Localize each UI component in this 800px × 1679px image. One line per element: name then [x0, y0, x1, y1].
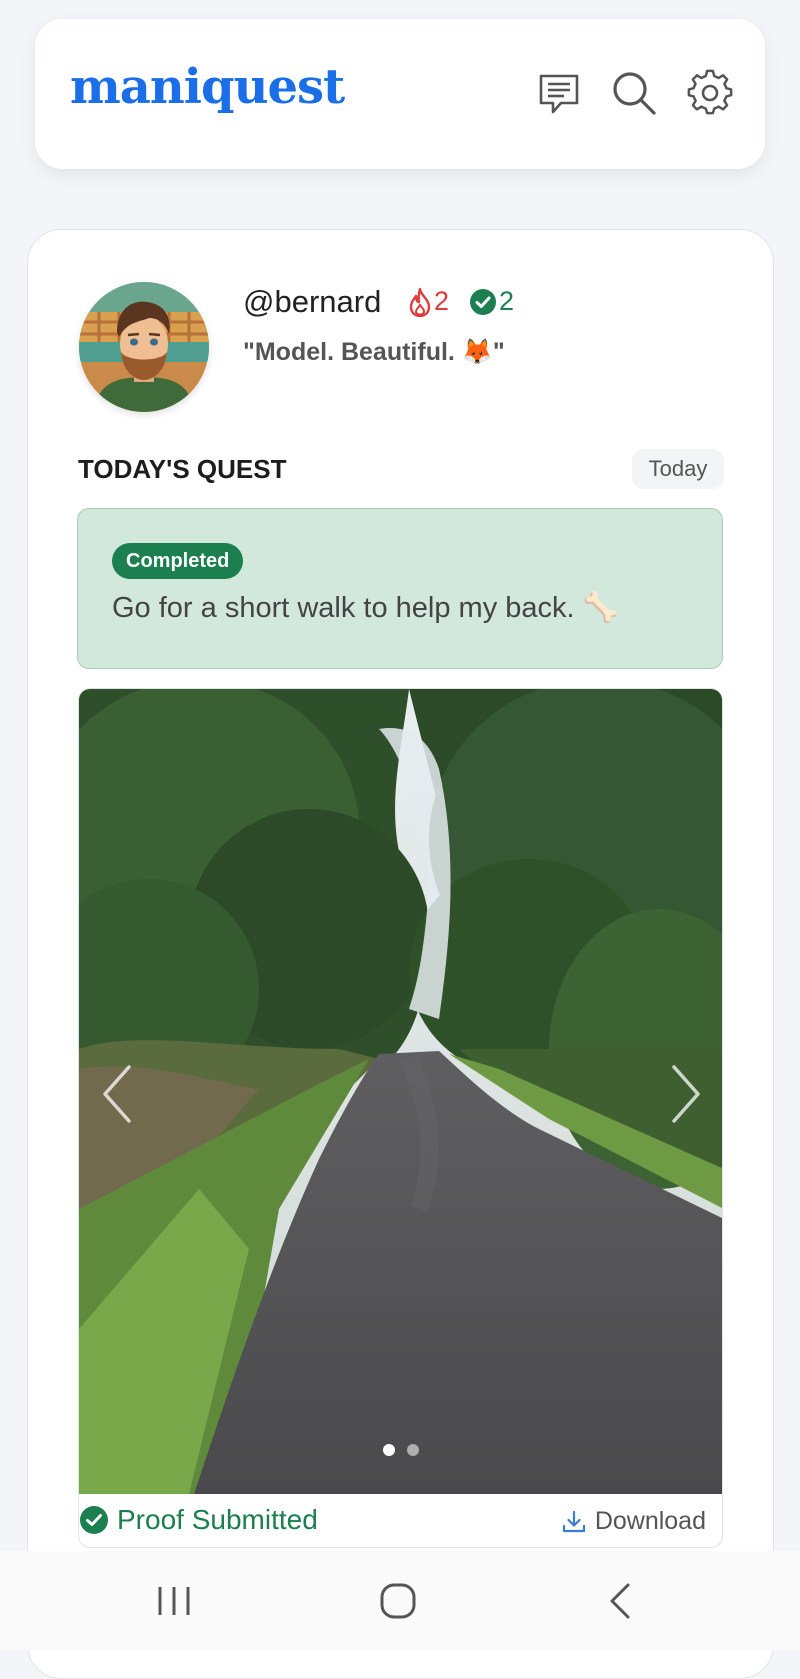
settings-gear-icon[interactable] — [686, 69, 734, 117]
proof-status-label: Proof Submitted — [117, 1504, 318, 1535]
download-icon — [562, 1510, 585, 1532]
completed-stat: 2 — [469, 286, 514, 317]
download-button[interactable]: Download — [561, 1507, 706, 1536]
back-icon[interactable] — [606, 1581, 636, 1621]
streak-stat: 2 — [408, 286, 449, 317]
proof-photo[interactable] — [79, 689, 723, 1494]
date-chip: Today — [632, 449, 724, 489]
app-header: maniquest — [35, 19, 765, 169]
quest-box: Completed Go for a short walk to help my… — [77, 508, 723, 669]
home-icon[interactable] — [378, 1581, 418, 1621]
carousel-prev-arrow[interactable] — [97, 1059, 137, 1129]
carousel-next-arrow[interactable] — [666, 1059, 706, 1129]
proof-status: Proof Submitted — [79, 1504, 318, 1536]
user-avatar[interactable] — [79, 282, 209, 412]
app-logo[interactable]: maniquest — [70, 59, 345, 115]
carousel-dot[interactable] — [407, 1444, 419, 1456]
chat-icon[interactable] — [535, 69, 583, 117]
username[interactable]: @bernard — [243, 284, 381, 320]
check-circle-icon — [80, 1506, 108, 1534]
system-nav-bar — [0, 1551, 800, 1651]
carousel-dot-active[interactable] — [383, 1444, 395, 1456]
proof-photo-carousel[interactable]: Proof Submitted Download — [78, 688, 723, 1548]
download-label: Download — [594, 1507, 706, 1535]
recent-apps-icon[interactable] — [156, 1581, 192, 1621]
completed-count: 2 — [499, 286, 515, 316]
check-circle-icon — [470, 288, 496, 315]
flame-icon — [409, 287, 431, 317]
quest-text: Go for a short walk to help my back. 🦴 — [112, 592, 619, 624]
search-icon[interactable] — [610, 69, 658, 117]
streak-count: 2 — [434, 286, 450, 316]
section-title: TODAY'S QUEST — [78, 454, 287, 484]
status-badge: Completed — [112, 543, 244, 579]
user-bio: "Model. Beautiful. 🦊" — [243, 338, 505, 366]
